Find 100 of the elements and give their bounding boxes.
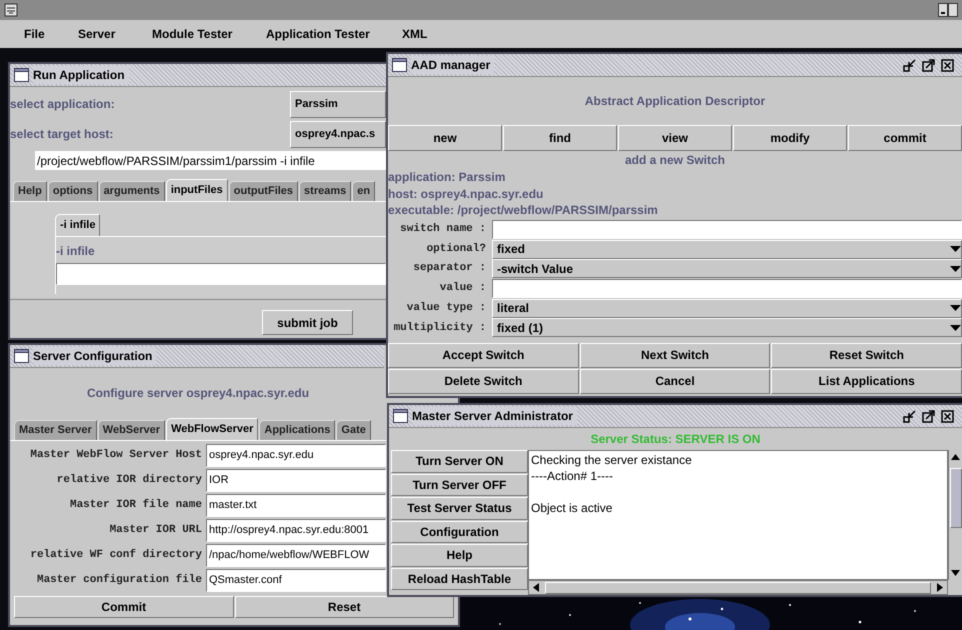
down-arrow-icon[interactable] bbox=[951, 570, 960, 576]
left-arrow-icon[interactable] bbox=[533, 583, 539, 592]
button[interactable]: Accept Switch bbox=[388, 342, 579, 368]
tab[interactable]: Gate bbox=[336, 420, 371, 440]
menu-item[interactable]: Module Tester bbox=[152, 25, 266, 43]
text-field[interactable]: http://osprey4.npac.syr.edu:8001 bbox=[206, 519, 386, 542]
tab[interactable]: WebFlowServer bbox=[166, 418, 258, 440]
dropdown[interactable]: fixed (1) bbox=[492, 318, 962, 338]
menu-item[interactable]: XML bbox=[402, 25, 462, 43]
field-label: relative WF conf directory bbox=[29, 548, 203, 564]
field-label: -i infile bbox=[56, 243, 96, 259]
text-field[interactable]: /npac/home/webflow/WEBFLOW bbox=[206, 544, 386, 567]
window-title: AAD manager bbox=[411, 56, 494, 74]
caret-icon bbox=[950, 246, 961, 252]
tab[interactable]: options bbox=[48, 181, 98, 201]
up-arrow-icon[interactable] bbox=[951, 454, 960, 460]
button[interactable]: Next Switch bbox=[580, 342, 770, 368]
button[interactable]: Reset bbox=[234, 596, 454, 618]
text-field[interactable]: master.txt bbox=[206, 494, 386, 517]
tab[interactable]: arguments bbox=[98, 181, 165, 201]
button[interactable]: Turn Server OFF bbox=[391, 474, 528, 496]
field-label: value : bbox=[438, 281, 487, 296]
command-field[interactable]: /project/webflow/PARSSIM/parssim1/parssim -i infile bbox=[35, 151, 386, 170]
button[interactable]: commit bbox=[848, 125, 962, 151]
log-area[interactable]: Checking the server existance ----Action# 1---- Object is active bbox=[528, 450, 948, 580]
restore-icon[interactable] bbox=[903, 410, 916, 422]
close-icon[interactable] bbox=[941, 58, 954, 72]
input-field[interactable] bbox=[56, 263, 386, 285]
maximize-icon[interactable] bbox=[922, 410, 935, 422]
window-icon bbox=[14, 349, 29, 363]
tab[interactable]: Help bbox=[13, 181, 47, 201]
tab[interactable]: WebServer bbox=[98, 420, 166, 440]
field-label: Master IOR file name bbox=[68, 498, 203, 514]
heading: Configure server osprey4.npac.syr.edu bbox=[86, 385, 310, 402]
tab[interactable]: en bbox=[352, 181, 376, 201]
restore-icon[interactable] bbox=[903, 58, 916, 72]
title-bar[interactable]: Server Configuration bbox=[10, 345, 384, 368]
title-bar[interactable]: Run Application bbox=[10, 64, 386, 87]
dropdown[interactable]: -switch Value bbox=[492, 259, 962, 278]
button[interactable]: Reload HashTable bbox=[391, 568, 528, 590]
field-label: relative IOR directory bbox=[56, 473, 203, 488]
window-title: Master Server Administrator bbox=[412, 407, 577, 425]
button[interactable]: find bbox=[503, 125, 617, 151]
menu-item[interactable]: File bbox=[0, 25, 78, 43]
field-label: value type : bbox=[406, 300, 487, 316]
button[interactable]: Delete Switch bbox=[388, 368, 579, 394]
menu-item[interactable]: Application Tester bbox=[266, 25, 402, 43]
button[interactable]: Configuration bbox=[391, 520, 528, 543]
window-title: Server Configuration bbox=[33, 347, 156, 365]
dropdown[interactable]: osprey4.npac.s bbox=[290, 120, 386, 148]
button[interactable]: Reset Switch bbox=[771, 342, 962, 368]
text-field[interactable]: osprey4.npac.syr.edu bbox=[206, 444, 386, 467]
window-icon bbox=[393, 409, 408, 423]
field-label: separator : bbox=[412, 261, 487, 276]
menu-item[interactable]: Server bbox=[78, 25, 152, 43]
close-icon[interactable] bbox=[941, 410, 954, 422]
right-arrow-icon[interactable] bbox=[937, 583, 943, 592]
heading: Abstract Application Descriptor bbox=[584, 93, 766, 110]
field-label: multiplicity : bbox=[392, 320, 487, 336]
maximize-icon[interactable] bbox=[922, 58, 935, 72]
log-text: Checking the server existance ----Action# 1---- Object is active bbox=[531, 452, 693, 516]
title-bar[interactable]: Master Server Administrator bbox=[389, 405, 962, 428]
tab[interactable]: streams bbox=[299, 181, 352, 201]
dropdown[interactable]: Parssim bbox=[290, 90, 386, 118]
tab[interactable]: outputFiles bbox=[228, 181, 298, 201]
button[interactable]: submit job bbox=[262, 310, 353, 335]
field-label: Master IOR URL bbox=[108, 523, 203, 538]
button[interactable]: Help bbox=[391, 544, 528, 566]
button[interactable]: Turn Server ON bbox=[391, 450, 528, 472]
subheading: add a new Switch bbox=[624, 152, 726, 169]
text-field[interactable] bbox=[492, 278, 962, 298]
field-label: Master WebFlow Server Host bbox=[29, 448, 203, 464]
info-text: executable: /project/webflow/PARSSIM/parssim bbox=[388, 202, 659, 218]
caret-icon bbox=[950, 266, 961, 272]
tab[interactable]: Applications bbox=[259, 420, 336, 440]
horizontal-scrollbar[interactable] bbox=[528, 580, 948, 595]
text-field[interactable] bbox=[492, 220, 962, 239]
info-text: host: osprey4.npac.syr.edu bbox=[388, 186, 544, 202]
button[interactable]: List Applications bbox=[771, 368, 962, 394]
field-label: Master configuration file bbox=[36, 572, 203, 588]
button[interactable]: Commit bbox=[14, 596, 234, 618]
window-icon bbox=[14, 68, 29, 82]
dropdown[interactable]: literal bbox=[492, 298, 962, 318]
tab[interactable]: Master Server bbox=[14, 420, 97, 440]
button[interactable]: new bbox=[388, 125, 502, 151]
window-controls-icon[interactable] bbox=[938, 3, 958, 17]
button[interactable]: Test Server Status bbox=[391, 497, 528, 520]
button[interactable]: modify bbox=[733, 125, 847, 151]
text-field[interactable]: QSmaster.conf bbox=[206, 569, 386, 592]
tab[interactable]: -i infile bbox=[55, 214, 100, 236]
button[interactable]: Cancel bbox=[580, 368, 770, 394]
field-label: select target host: bbox=[10, 126, 114, 143]
text-field[interactable]: IOR bbox=[206, 469, 386, 492]
title-bar[interactable]: AAD manager bbox=[388, 54, 962, 77]
field-label: select application: bbox=[10, 96, 116, 113]
field-label: optional? bbox=[426, 242, 487, 257]
button[interactable]: view bbox=[618, 125, 732, 151]
dropdown[interactable]: fixed bbox=[492, 240, 962, 259]
tab[interactable]: inputFiles bbox=[166, 179, 228, 201]
window-title: Run Application bbox=[33, 66, 129, 84]
